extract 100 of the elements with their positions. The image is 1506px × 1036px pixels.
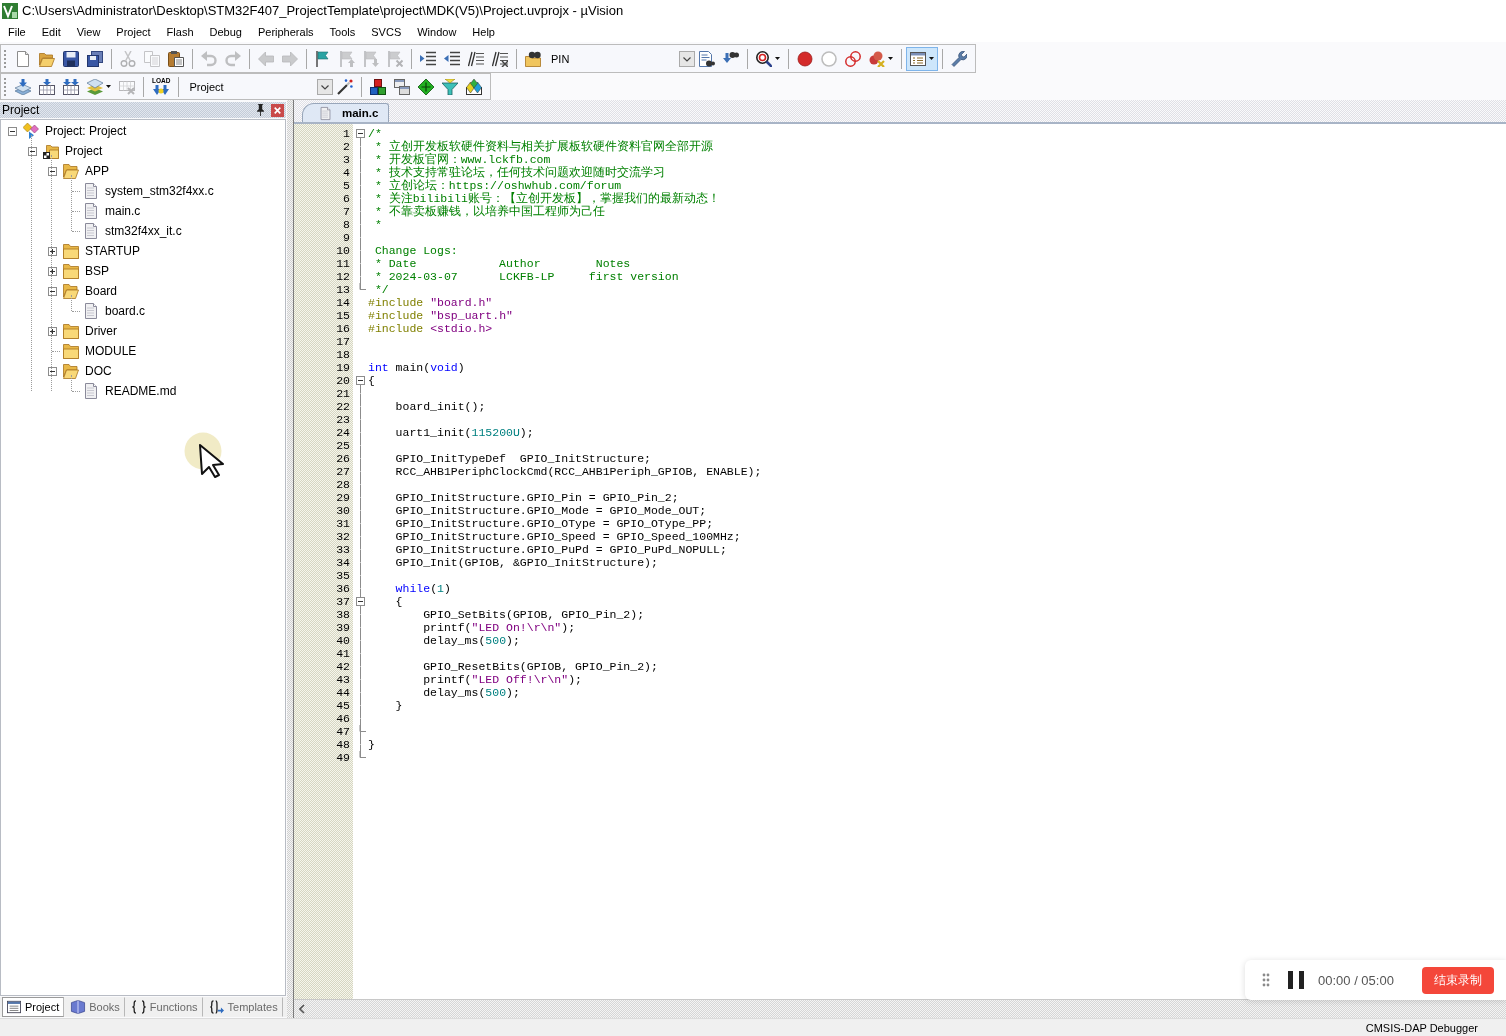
menu-item[interactable]: Debug	[201, 23, 250, 40]
minus-box-icon[interactable]	[47, 366, 57, 376]
pause-icon[interactable]	[1288, 971, 1304, 989]
menu-item[interactable]: View	[68, 23, 109, 40]
menu-item[interactable]: Tools	[321, 23, 364, 40]
plus-box-icon[interactable]	[47, 266, 57, 276]
close-icon[interactable]	[271, 103, 284, 117]
tree-item[interactable]: Project: Project	[45, 124, 127, 138]
dropdown-icon[interactable]	[317, 78, 334, 95]
line-number: 36	[335, 582, 351, 595]
tree-item[interactable]: Driver	[85, 324, 117, 338]
page-binoculars-icon	[699, 50, 715, 67]
collapse-icon[interactable]	[355, 376, 365, 385]
minus-box-icon[interactable]	[47, 286, 57, 296]
pin-icon[interactable]	[256, 104, 265, 116]
line-number: 26	[335, 452, 351, 465]
collapse-icon[interactable]	[355, 129, 365, 138]
file-icon	[83, 183, 99, 199]
menu-item[interactable]: Peripherals	[249, 23, 322, 40]
find-combobox[interactable]: PIN	[545, 48, 695, 69]
tree-item[interactable]: STARTUP	[85, 244, 140, 258]
minus-box-icon[interactable]	[27, 146, 37, 156]
window-layout-button[interactable]	[906, 46, 938, 71]
tree-item[interactable]: board.c	[105, 304, 146, 318]
line-number: 13	[335, 283, 351, 296]
code-line: */	[373, 283, 389, 296]
line-number: 12	[335, 270, 351, 283]
tree-item[interactable]: main.c	[105, 204, 141, 218]
clipboard-icon	[168, 50, 184, 67]
tree-item[interactable]: BSP	[85, 264, 109, 278]
tree-item[interactable]: DOC	[85, 364, 112, 378]
tree-item[interactable]: MODULE	[85, 344, 137, 358]
left-arrow-icon	[258, 50, 274, 67]
caret-icon	[888, 57, 893, 60]
menu-item[interactable]: File	[0, 23, 34, 40]
line-number: 34	[335, 556, 351, 569]
line-number: 46	[335, 712, 351, 725]
window-panel-icon	[6, 1000, 22, 1014]
line-number: 44	[335, 686, 351, 699]
minus-box-icon[interactable]	[47, 166, 57, 176]
flag-icon	[315, 50, 331, 67]
double-ring-icon	[845, 50, 861, 67]
chevron-left-icon[interactable]	[299, 1004, 305, 1014]
menu-item[interactable]: Flash	[158, 23, 202, 40]
line-number: 3	[342, 153, 351, 166]
drag-handle-icon[interactable]	[1262, 973, 1270, 987]
filled-circle-icon	[797, 50, 813, 67]
tree-item[interactable]: Board	[85, 284, 118, 298]
code-line: {	[368, 374, 375, 387]
line-number: 6	[342, 192, 351, 205]
grid-arrows-icon	[63, 78, 79, 95]
collapse-icon[interactable]	[355, 597, 365, 606]
recording-time: 00:00 / 05:00	[1318, 972, 1394, 988]
caret-icon	[929, 57, 934, 60]
dropdown-icon[interactable]	[679, 50, 695, 67]
code-line: RCC_AHB1PeriphClockCmd(RCC_AHB1Periph_GPIOB, ENABLE);	[394, 465, 762, 478]
tree-item[interactable]: stm32f4xx_it.c	[105, 224, 182, 238]
file-icon	[83, 303, 99, 319]
line-number: 29	[335, 491, 351, 504]
panel-tab[interactable]: Functions	[126, 997, 203, 1017]
file-tab[interactable]: main.c	[302, 103, 390, 122]
code-line: * 技术支持常驻论坛，任何技术问题欢迎随时交流学习	[373, 166, 665, 179]
indent-icon	[420, 50, 436, 67]
tree-item[interactable]: system_stm32f4xx.c	[105, 184, 214, 198]
menu-item[interactable]: Edit	[33, 23, 69, 40]
code-line: }	[368, 738, 375, 751]
caret-icon	[775, 57, 780, 60]
line-number: 17	[335, 335, 351, 348]
menu-item[interactable]: SVCS	[363, 23, 410, 40]
folder-open-icon	[63, 283, 79, 299]
plus-box-icon[interactable]	[47, 326, 57, 336]
folder-binoculars-icon	[525, 50, 541, 67]
twin-down-arrows-icon	[153, 85, 170, 95]
panel-tab[interactable]: Project	[2, 997, 65, 1017]
tree-item[interactable]: Project	[65, 144, 103, 158]
folder-icon	[63, 263, 79, 279]
code-line: * 关注bilibili账号：【立创开发板】，掌握我们的最新动态！	[373, 192, 720, 205]
code-line: #include "board.h"	[368, 296, 493, 309]
stop-recording-button[interactable]: 结束录制	[1422, 966, 1494, 994]
magnifier-icon	[756, 50, 772, 67]
line-number: 33	[335, 543, 351, 556]
line-number: 19	[335, 361, 351, 374]
grid-cross-icon	[119, 78, 135, 95]
code-line: printf("LED Off!\r\n");	[422, 673, 582, 686]
tree-item[interactable]: APP	[85, 164, 109, 178]
file-icon	[83, 383, 99, 399]
minus-box-icon[interactable]	[7, 126, 17, 136]
panel-tab[interactable]: Books	[66, 997, 125, 1017]
tree-item[interactable]: README.md	[105, 384, 177, 398]
wrench-icon	[951, 50, 967, 67]
line-number: 38	[335, 608, 351, 621]
menu-item[interactable]: Help	[464, 23, 503, 40]
target-combobox[interactable]: Project	[183, 76, 334, 97]
menu-item[interactable]: Window	[409, 23, 465, 40]
panel-tab[interactable]: Templates	[204, 997, 283, 1017]
menu-item[interactable]: Project	[108, 23, 159, 40]
braces-icon	[130, 1000, 147, 1014]
line-number: 8	[342, 218, 351, 231]
plus-box-icon[interactable]	[47, 246, 57, 256]
horizontal-scrollbar[interactable]	[294, 999, 1506, 1018]
